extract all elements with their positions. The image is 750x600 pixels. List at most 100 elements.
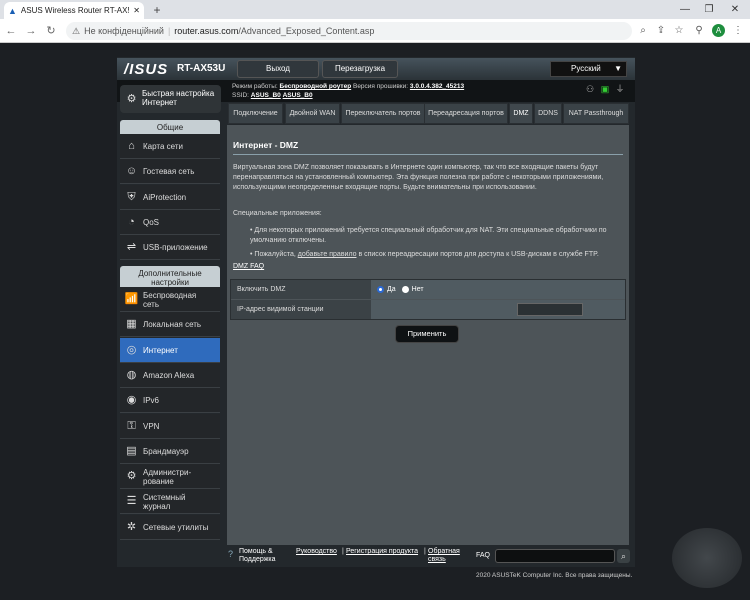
ip-address-input[interactable] <box>517 303 583 316</box>
feedback-link[interactable]: Обратная связь <box>428 548 470 564</box>
ip-row: IP-адрес видимой станции <box>231 300 625 319</box>
tab-1[interactable]: Двойной WAN <box>285 103 340 124</box>
sidebar-item-label: USB-приложение <box>143 243 208 253</box>
menu-icon[interactable]: ⋮ <box>731 24 745 38</box>
bookmark-star-icon[interactable]: ☆ <box>672 24 686 38</box>
tab-3[interactable]: Переадресация портов <box>424 103 508 124</box>
syslog-icon: ☰ <box>126 495 137 508</box>
sidebar-item-advanced-0[interactable]: 📶 Беспроводная сеть <box>120 287 220 312</box>
registration-link[interactable]: Регистрация продукта <box>346 548 418 555</box>
language-value: Русский <box>571 64 601 73</box>
sidebar-item-advanced-8[interactable]: ☰ Системный журнал <box>120 489 220 515</box>
sidebar-item-advanced-9[interactable]: ✲ Сетевые утилиты <box>120 514 220 540</box>
reboot-button[interactable]: Перезагрузка <box>322 60 398 78</box>
copyright: 2020 ASUSTeK Computer Inc. Все права защ… <box>476 572 633 579</box>
dmz-faq-link[interactable]: DMZ FAQ <box>233 263 264 270</box>
forward-icon[interactable]: → <box>24 24 38 38</box>
lan-icon: ▦ <box>126 318 137 331</box>
watermark-logo <box>672 528 742 588</box>
window-close-icon[interactable]: ✕ <box>726 2 744 17</box>
administration-icon: ⚙ <box>126 470 137 483</box>
avatar[interactable]: A <box>712 24 725 37</box>
language-select[interactable]: Русский ▼ <box>550 61 627 77</box>
sidebar-item-general-1[interactable]: ☺ Гостевая сеть <box>120 159 220 185</box>
share-icon[interactable]: ⇪ <box>654 24 668 38</box>
enable-dmz-row: Включить DMZ Да Нет <box>231 280 625 299</box>
usb-icon: ⇌ <box>126 241 137 254</box>
extensions-icon[interactable]: ⚲ <box>692 24 706 38</box>
bullet-2: • Пожалуйста, добавьте правило в список … <box>250 251 599 258</box>
url-field[interactable]: ⚠ Не конфіденційний | router.asus.com/Ad… <box>66 22 632 40</box>
vpn-icon: ⚿ <box>127 419 136 432</box>
faq-search-input[interactable] <box>495 549 615 563</box>
dmz-yes-label: Да <box>387 286 396 293</box>
aiprotection-icon: ⛨ <box>127 190 136 203</box>
tab-2[interactable]: Переключатель портов <box>341 103 425 124</box>
alexa-icon: ◍ <box>126 368 137 381</box>
wizard-icon: ⚙ <box>126 93 137 105</box>
tab-4[interactable]: DMZ <box>509 103 533 124</box>
apply-button[interactable]: Применить <box>395 325 459 343</box>
back-icon[interactable]: ← <box>4 24 18 38</box>
fw-value[interactable]: 3.0.0.4.382_45213 <box>410 83 464 90</box>
sidebar-item-label: Администри-рование <box>143 467 192 486</box>
dmz-settings-table: Включить DMZ Да Нет IP-адрес видимой ста… <box>230 279 626 320</box>
browser-tab[interactable]: ▲ ASUS Wireless Router RT-AX53U ✕ <box>4 2 144 19</box>
dmz-no-radio[interactable] <box>401 286 409 293</box>
sidebar-item-advanced-6[interactable]: ▤ Брандмауэр <box>120 438 220 464</box>
dmz-yes-radio[interactable] <box>377 286 384 293</box>
guest-network-icon: ☺ <box>125 165 138 178</box>
user-status-icon[interactable]: ⚇ <box>585 84 595 94</box>
tab-title: ASUS Wireless Router RT-AX53U <box>20 6 129 15</box>
tab-6[interactable]: NAT Passthrough <box>563 103 629 124</box>
fw-label: Версия прошивки: <box>352 83 409 90</box>
sidebar-item-general-4[interactable]: ⇌ USB-приложение <box>120 235 220 261</box>
network-tools-icon: ✲ <box>126 520 137 533</box>
bullet-1: • Для некоторых приложений требуется спе… <box>250 227 607 244</box>
search-icon[interactable]: ⌕ <box>617 549 630 563</box>
ip-label: IP-адрес видимой станции <box>231 300 371 319</box>
internet-status-icon[interactable]: ▣ <box>600 84 610 94</box>
sidebar-item-label: Системный журнал <box>143 493 186 512</box>
manual-link[interactable]: Руководство <box>296 548 337 555</box>
mode-value[interactable]: Беспроводной роутер <box>280 83 352 90</box>
reload-icon[interactable]: ↻ <box>44 24 58 38</box>
sidebar-item-advanced-4[interactable]: ◉ IPv6 <box>120 388 220 414</box>
tab-close-icon[interactable]: ✕ <box>133 6 140 15</box>
sidebar-item-advanced-3[interactable]: ◍ Amazon Alexa <box>120 362 220 388</box>
url-path: /Advanced_Exposed_Content.asp <box>238 26 375 36</box>
sidebar-item-general-3[interactable]: ◔ QoS <box>120 209 220 235</box>
sidebar-item-label: Amazon Alexa <box>143 370 195 380</box>
sidebar-item-advanced-2[interactable]: ◎ Интернет <box>120 337 220 363</box>
dmz-no-label: Нет <box>411 286 424 293</box>
sidebar-item-label: Гостевая сеть <box>143 167 195 177</box>
minimize-icon[interactable]: — <box>676 2 694 17</box>
sidebar-item-advanced-5[interactable]: ⚿ VPN <box>120 413 220 439</box>
new-tab-button[interactable]: + <box>150 3 164 17</box>
firewall-icon: ▤ <box>126 444 137 457</box>
search-icon[interactable]: ⌕ <box>636 24 650 38</box>
enable-dmz-label: Включить DMZ <box>231 280 371 299</box>
sidebar-item-general-0[interactable]: ⌂ Карта сети <box>120 134 220 159</box>
dmz-description: Виртуальная зона DMZ позволяет показыват… <box>233 164 604 191</box>
help-support-link[interactable]: Помощь & Поддержка <box>239 548 291 564</box>
asus-favicon-icon: ▲ <box>8 5 17 16</box>
sidebar-item-general-2[interactable]: ⛨ AiProtection <box>120 184 220 210</box>
special-apps-heading: Специальные приложения: <box>233 210 322 217</box>
add-rule-link[interactable]: добавьте правило <box>298 251 357 258</box>
ssid-1: ASUS_B0 <box>250 92 281 99</box>
faq-label: FAQ <box>476 552 491 559</box>
usb-status-icon[interactable]: ⏚ <box>615 84 625 94</box>
tab-5[interactable]: DDNS <box>534 103 562 124</box>
sidebar-item-label: Карта сети <box>143 142 183 151</box>
ssid-label: SSID: <box>232 92 249 99</box>
sidebar-item-label: IPv6 <box>143 396 160 406</box>
maximize-icon[interactable]: ❐ <box>700 2 718 17</box>
sidebar-item-advanced-7[interactable]: ⚙ Администри-рование <box>120 464 220 490</box>
divider <box>233 154 623 155</box>
logout-button[interactable]: Выход <box>237 60 319 78</box>
tab-0[interactable]: Подключение <box>228 103 283 124</box>
sidebar-item-advanced-1[interactable]: ▦ Локальная сеть <box>120 312 220 338</box>
sidebar-item-label: Интернет <box>143 345 178 355</box>
quick-setup-button[interactable]: ⚙ Быстрая настройка Интернет <box>120 85 221 113</box>
